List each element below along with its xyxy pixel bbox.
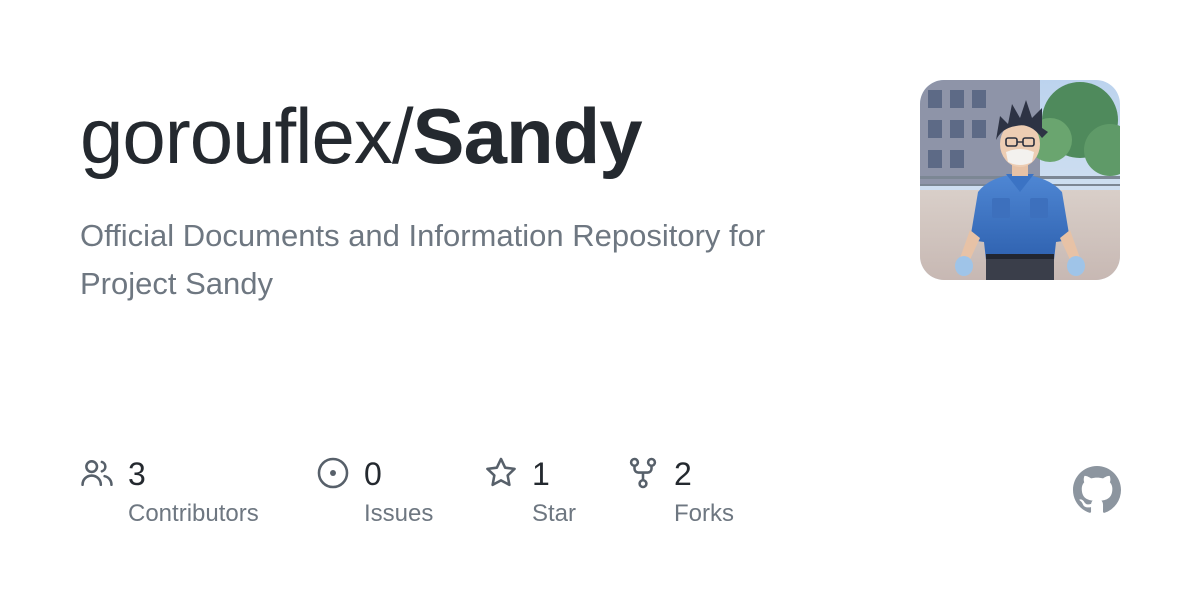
stat-label: Contributors — [128, 500, 259, 527]
star-icon — [486, 457, 516, 487]
stat-label: Star — [532, 500, 577, 527]
stat-label: Forks — [674, 500, 734, 527]
repo-separator: / — [391, 92, 414, 180]
issue-opened-icon — [317, 457, 349, 489]
owner-avatar[interactable] — [920, 80, 1120, 280]
repo-title[interactable]: gorouflex/Sandy — [80, 88, 643, 184]
stat-count: 1 — [532, 456, 550, 492]
stat-label: Issues — [364, 500, 434, 527]
repo-name[interactable]: Sandy — [413, 92, 643, 180]
stat-count: 0 — [364, 456, 382, 492]
repo-owner[interactable]: gorouflex — [80, 92, 393, 180]
repo-forked-icon — [629, 457, 657, 489]
repo-description: Official Documents and Information Repos… — [80, 218, 766, 301]
github-mark-icon[interactable] — [1073, 466, 1121, 514]
stat-count: 2 — [674, 456, 692, 492]
avatar-illustration — [920, 80, 1120, 280]
stat-count: 3 — [128, 456, 146, 492]
social-preview-card: gorouflex/Sandy Official Documents and I… — [0, 0, 1200, 600]
people-icon — [81, 460, 113, 486]
